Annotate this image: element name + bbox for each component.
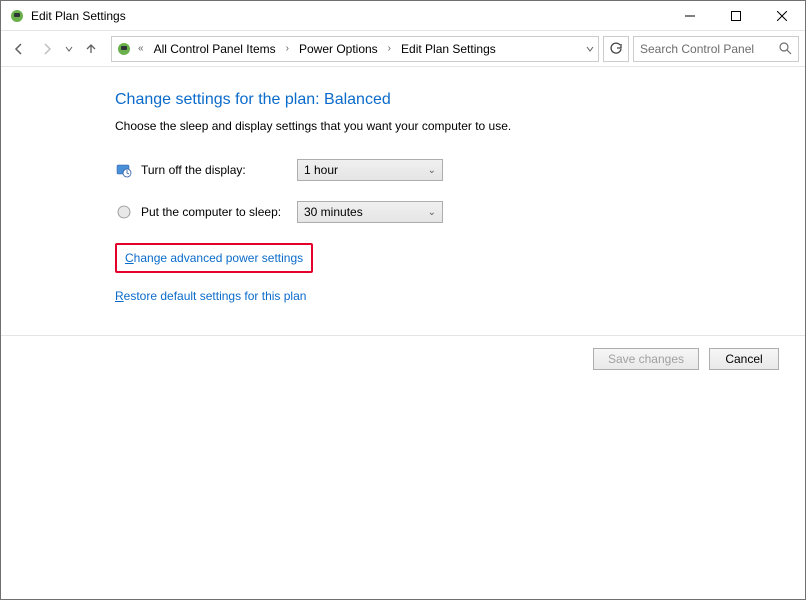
up-button[interactable]	[79, 37, 103, 61]
content-area: Change settings for the plan: Balanced C…	[1, 67, 805, 599]
change-advanced-link[interactable]: Change advanced power settings	[125, 251, 303, 265]
refresh-button[interactable]	[603, 36, 629, 62]
sleep-value: 30 minutes	[304, 205, 363, 219]
moon-icon	[115, 203, 133, 221]
chevron-right-icon: ›	[284, 43, 291, 54]
address-dropdown-icon[interactable]	[586, 45, 594, 53]
save-changes-button[interactable]: Save changes	[593, 348, 699, 370]
setting-row-sleep: Put the computer to sleep: 30 minutes ⌄	[115, 201, 805, 223]
chevron-down-icon: ⌄	[428, 207, 436, 218]
back-button[interactable]	[7, 37, 31, 61]
breadcrumb-prefix: «	[136, 43, 146, 54]
chevron-down-icon: ⌄	[428, 165, 436, 176]
address-bar[interactable]: « All Control Panel Items › Power Option…	[111, 36, 599, 62]
close-button[interactable]	[759, 1, 805, 31]
power-options-icon	[9, 8, 25, 24]
page-subheading: Choose the sleep and display settings th…	[115, 119, 805, 133]
sleep-label: Put the computer to sleep:	[141, 205, 297, 219]
chevron-right-icon: ›	[386, 43, 393, 54]
footer-bar: Save changes Cancel	[1, 335, 805, 381]
restore-defaults-link[interactable]: Restore default settings for this plan	[115, 289, 306, 303]
window-title: Edit Plan Settings	[31, 9, 126, 23]
display-off-dropdown[interactable]: 1 hour ⌄	[297, 159, 443, 181]
highlight-annotation: Change advanced power settings	[115, 243, 313, 273]
forward-button[interactable]	[35, 37, 59, 61]
display-timer-icon	[115, 161, 133, 179]
power-options-icon	[116, 41, 132, 57]
search-input[interactable]: Search Control Panel	[633, 36, 799, 62]
setting-row-display: Turn off the display: 1 hour ⌄	[115, 159, 805, 181]
sleep-dropdown[interactable]: 30 minutes ⌄	[297, 201, 443, 223]
page-heading: Change settings for the plan: Balanced	[115, 91, 805, 109]
cancel-button[interactable]: Cancel	[709, 348, 779, 370]
display-off-label: Turn off the display:	[141, 163, 297, 177]
breadcrumb-item[interactable]: All Control Panel Items	[150, 40, 280, 58]
minimize-button[interactable]	[667, 1, 713, 31]
titlebar: Edit Plan Settings	[1, 1, 805, 31]
navbar: « All Control Panel Items › Power Option…	[1, 31, 805, 67]
window: Edit Plan Settings	[0, 0, 806, 600]
maximize-button[interactable]	[713, 1, 759, 31]
display-off-value: 1 hour	[304, 163, 338, 177]
recent-locations-dropdown[interactable]	[63, 45, 75, 53]
search-placeholder: Search Control Panel	[640, 42, 779, 56]
search-icon	[779, 42, 792, 55]
breadcrumb-item[interactable]: Edit Plan Settings	[397, 40, 500, 58]
breadcrumb-item[interactable]: Power Options	[295, 40, 382, 58]
